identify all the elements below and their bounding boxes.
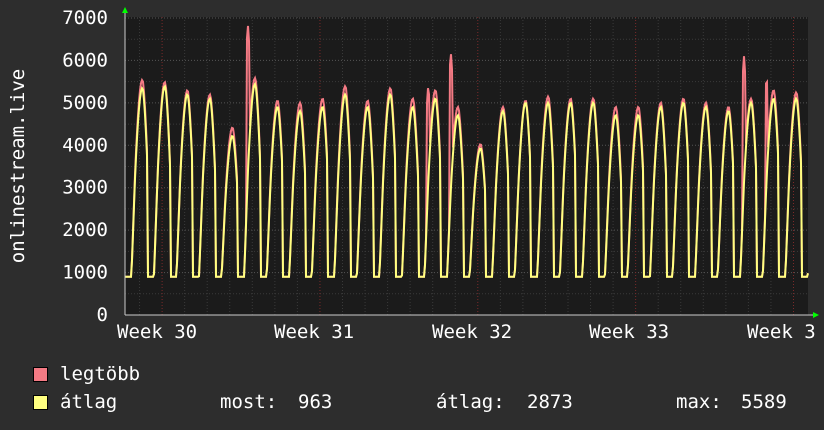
x-tick-label: Week 3 [747,321,816,343]
y-tick-label: 6000 [62,49,108,71]
y-tick-label: 0 [97,304,108,326]
chart: 01000200030004000500060007000 Week 30 Wee… [7,7,819,343]
x-tick-label: Week 32 [432,321,512,343]
y-axis-label: onlinestream.live [7,69,29,263]
y-tick-label: 1000 [62,262,108,284]
x-tick-label: Week 30 [117,321,197,343]
y-axis-arrow-icon [122,7,128,13]
x-axis-arrow-icon [813,312,819,318]
x-tick-label: Week 31 [274,321,354,343]
x-tick-labels: Week 30 Week 31 Week 32 Week 33 Week 3 [117,321,816,343]
y-tick-label: 3000 [62,177,108,199]
y-tick-label: 7000 [62,7,108,29]
y-tick-label: 4000 [62,134,108,156]
y-tick-labels: 0 1000 2000 3000 4000 5000 6000 7000 [62,7,108,326]
y-tick-label: 5000 [62,92,108,114]
x-tick-label: Week 33 [589,321,669,343]
y-tick-label: 2000 [62,219,108,241]
